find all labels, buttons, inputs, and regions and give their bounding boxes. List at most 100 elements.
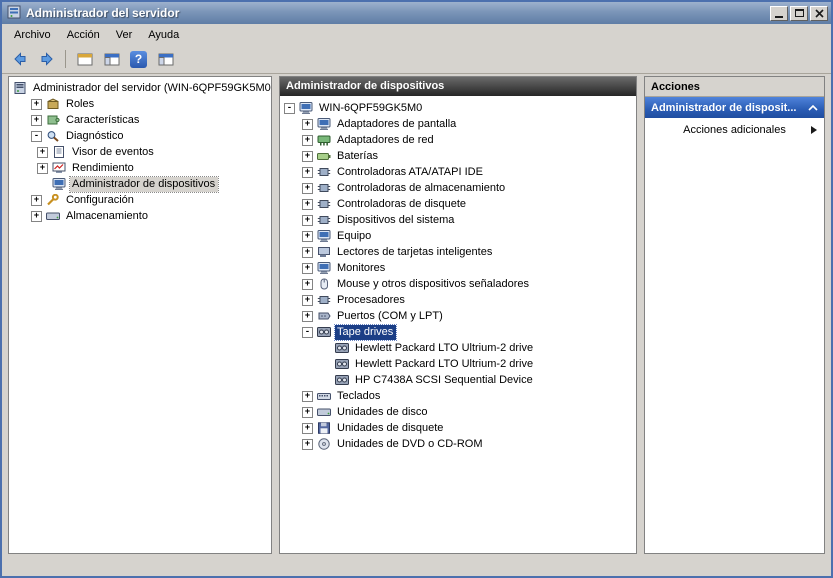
expander[interactable]: + (302, 151, 313, 162)
dvd-drive-icon (317, 438, 331, 450)
computer-icon (299, 102, 313, 114)
more-actions-label: Acciones adicionales (683, 124, 786, 136)
chevron-up-icon (808, 105, 818, 111)
processor-icon (317, 294, 331, 306)
server-manager-root-icon (13, 82, 27, 94)
expander[interactable]: - (302, 327, 313, 338)
maximize-icon (795, 9, 804, 17)
show-hide-console-tree-button[interactable] (99, 47, 124, 71)
expander[interactable]: + (31, 211, 42, 222)
expander[interactable]: + (37, 163, 48, 174)
device-category-dvd-cdrom-drives[interactable]: + Unidades de DVD o CD-ROM (280, 436, 636, 452)
computer-icon (317, 230, 331, 242)
features-icon (46, 114, 60, 126)
device-item-tape-drive-3[interactable]: HP C7438A SCSI Sequential Device (280, 372, 636, 388)
device-category-keyboards[interactable]: + Teclados (280, 388, 636, 404)
expander[interactable]: + (302, 391, 313, 402)
storage-icon (46, 210, 60, 222)
device-category-floppy-drives[interactable]: + Unidades de disquete (280, 420, 636, 436)
action-pane-icon (158, 52, 174, 67)
expander[interactable]: + (302, 295, 313, 306)
event-viewer-icon (52, 146, 66, 158)
expander[interactable]: - (31, 131, 42, 142)
expander[interactable]: + (302, 199, 313, 210)
tree-item-diagnostico[interactable]: - Diagnóstico (9, 128, 271, 144)
menu-archivo[interactable]: Archivo (6, 26, 59, 44)
expander[interactable]: + (302, 119, 313, 130)
expander[interactable]: + (302, 407, 313, 418)
device-category-network-adapters[interactable]: + Adaptadores de red (280, 132, 636, 148)
menu-ver[interactable]: Ver (108, 26, 141, 44)
device-category-smartcard-readers[interactable]: + Lectores de tarjetas inteligentes (280, 244, 636, 260)
expander[interactable]: + (37, 147, 48, 158)
expander[interactable]: + (302, 423, 313, 434)
device-item-tape-drive-2[interactable]: Hewlett Packard LTO Ultrium-2 drive (280, 356, 636, 372)
details-pane: Administrador de dispositivos - WIN-6QPF… (279, 76, 637, 554)
main-area: Administrador del servidor (WIN-6QPF59GK… (2, 74, 831, 554)
device-tree-root[interactable]: - WIN-6QPF59GK5M0 (280, 100, 636, 116)
device-category-ports[interactable]: + Puertos (COM y LPT) (280, 308, 636, 324)
window-icon (77, 52, 93, 67)
close-button[interactable] (810, 6, 828, 21)
diagnostics-icon (46, 130, 60, 142)
expander[interactable]: + (31, 99, 42, 110)
minimize-button[interactable] (770, 6, 788, 21)
expander[interactable]: + (302, 231, 313, 242)
expander[interactable]: - (284, 103, 295, 114)
expander[interactable]: + (302, 215, 313, 226)
actions-group-title: Administrador de disposit... (651, 102, 796, 114)
expander[interactable]: + (302, 183, 313, 194)
expander[interactable]: + (302, 167, 313, 178)
server-manager-icon (6, 5, 22, 21)
tree-item-configuracion[interactable]: + Configuración (9, 192, 271, 208)
expander[interactable]: + (302, 247, 313, 258)
menu-accion[interactable]: Acción (59, 26, 108, 44)
expander[interactable]: + (31, 195, 42, 206)
menu-ayuda[interactable]: Ayuda (140, 26, 187, 44)
tree-item-caracteristicas[interactable]: + Características (9, 112, 271, 128)
actions-pane: Acciones Administrador de disposit... Ac… (644, 76, 825, 554)
device-category-processors[interactable]: + Procesadores (280, 292, 636, 308)
roles-icon (46, 98, 60, 110)
tree-item-visor-de-eventos[interactable]: + Visor de eventos (9, 144, 271, 160)
device-category-batteries[interactable]: + Baterías (280, 148, 636, 164)
device-category-disk-drives[interactable]: + Unidades de disco (280, 404, 636, 420)
device-manager-icon (52, 178, 66, 190)
tree-item-roles[interactable]: + Roles (9, 96, 271, 112)
device-category-floppy-controllers[interactable]: + Controladoras de disquete (280, 196, 636, 212)
device-category-mice[interactable]: + Mouse y otros dispositivos señaladores (280, 276, 636, 292)
expander[interactable]: + (302, 135, 313, 146)
expander[interactable]: + (302, 439, 313, 450)
more-actions-item[interactable]: Acciones adicionales (645, 118, 824, 142)
device-category-tape-drives[interactable]: - Tape drives (280, 324, 636, 340)
ide-controller-icon (317, 166, 331, 178)
tree-item-administrador-de-dispositivos[interactable]: Administrador de dispositivos (9, 176, 271, 192)
console-tree-icon (104, 52, 120, 67)
back-button[interactable] (7, 47, 32, 71)
device-category-storage-controllers[interactable]: + Controladoras de almacenamiento (280, 180, 636, 196)
device-item-tape-drive-1[interactable]: Hewlett Packard LTO Ultrium-2 drive (280, 340, 636, 356)
expander[interactable]: + (31, 115, 42, 126)
toolbar-separator (65, 50, 66, 68)
tree-item-almacenamiento[interactable]: + Almacenamiento (9, 208, 271, 224)
title-bar[interactable]: Administrador del servidor (2, 2, 831, 24)
device-category-monitors[interactable]: + Monitores (280, 260, 636, 276)
device-category-computer[interactable]: + Equipo (280, 228, 636, 244)
forward-button[interactable] (34, 47, 59, 71)
device-category-system-devices[interactable]: + Dispositivos del sistema (280, 212, 636, 228)
export-list-button[interactable] (72, 47, 97, 71)
maximize-button[interactable] (790, 6, 808, 21)
device-category-display-adapters[interactable]: + Adaptadores de pantalla (280, 116, 636, 132)
actions-pane-title: Acciones (645, 77, 824, 97)
expander[interactable]: + (302, 263, 313, 274)
mouse-icon (317, 278, 331, 290)
help-button[interactable]: ? (126, 47, 151, 71)
actions-group-header[interactable]: Administrador de disposit... (645, 97, 824, 118)
expander[interactable]: + (302, 311, 313, 322)
device-category-ide-controllers[interactable]: + Controladoras ATA/ATAPI IDE (280, 164, 636, 180)
battery-icon (317, 150, 331, 162)
expander[interactable]: + (302, 279, 313, 290)
show-hide-action-pane-button[interactable] (153, 47, 178, 71)
tree-item-root[interactable]: Administrador del servidor (WIN-6QPF59GK… (9, 80, 271, 96)
tree-item-rendimiento[interactable]: + Rendimiento (9, 160, 271, 176)
